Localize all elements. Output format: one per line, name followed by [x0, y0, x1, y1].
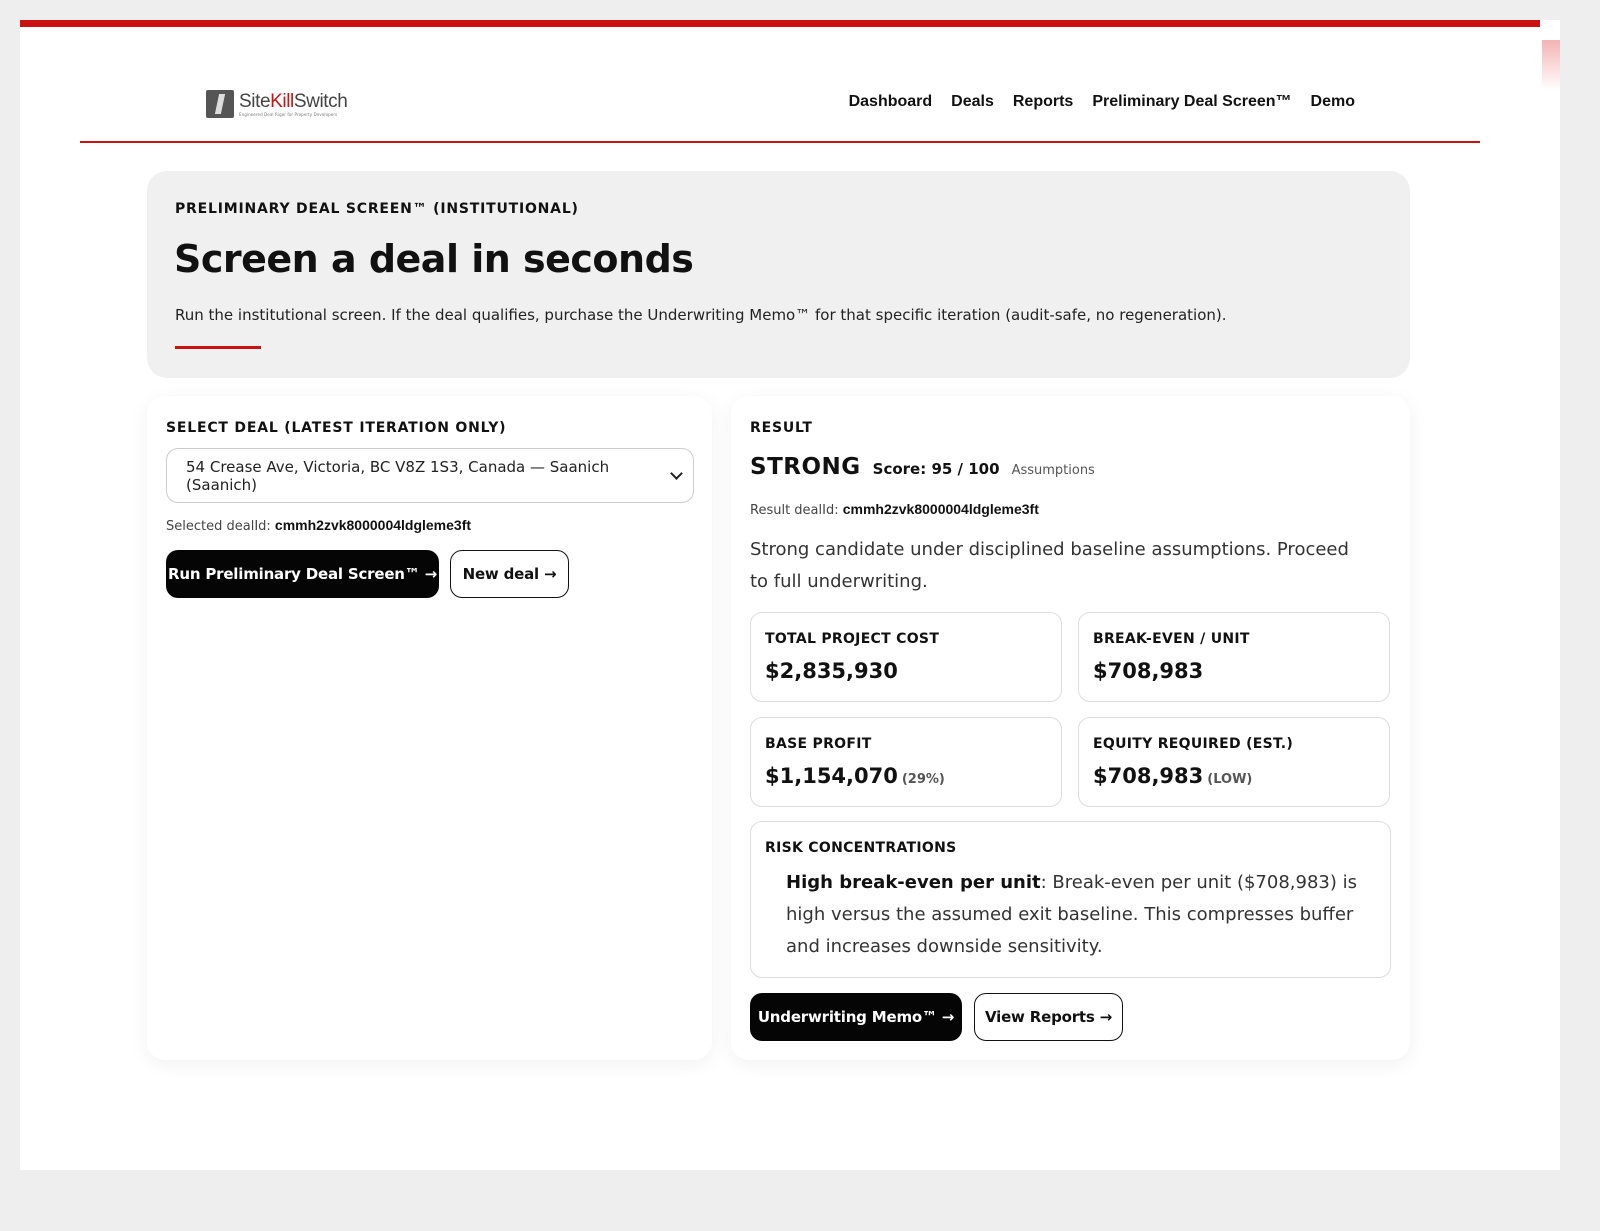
result-deal-id-value: cmmh2zvk8000004ldgleme3ft — [842, 501, 1039, 517]
hero-panel: PRELIMINARY DEAL SCREEN™ (INSTITUTIONAL)… — [147, 171, 1410, 378]
metric-amount: $1,154,070 — [765, 764, 898, 788]
risk-item: High break-even per unit: Break-even per… — [786, 867, 1376, 963]
run-screen-button[interactable]: Run Preliminary Deal Screen™ → — [166, 550, 439, 598]
logo-tagline: Engineered Deal Rigor for Property Devel… — [239, 111, 338, 117]
deal-select-value: 54 Crease Ave, Victoria, BC V8Z 1S3, Can… — [186, 457, 610, 494]
metric-equity-required: EQUITY REQUIRED (EST.) $708,983 (LOW) — [1078, 717, 1390, 807]
top-accent-bar — [20, 20, 1540, 27]
selected-deal-id: Selected dealId: cmmh2zvk8000004ldgleme3… — [166, 517, 471, 534]
nav-preliminary-deal-screen[interactable]: Preliminary Deal Screen™ — [1092, 93, 1291, 111]
select-deal-card: SELECT DEAL (LATEST ITERATION ONLY) 54 C… — [147, 396, 712, 1060]
result-card: RESULT STRONG Score: 95 / 100 Assumption… — [731, 396, 1410, 1060]
metric-amount: $708,983 — [1093, 764, 1204, 788]
metric-label: EQUITY REQUIRED (EST.) — [1093, 736, 1294, 752]
metric-label: BREAK-EVEN / UNIT — [1093, 631, 1250, 647]
page-title: Screen a deal in seconds — [174, 237, 694, 281]
selected-deal-id-label: Selected dealId: — [166, 519, 271, 534]
logo-wordmark: SiteKillSwitch — [239, 90, 348, 112]
metric-amount: $2,835,930 — [765, 659, 898, 683]
nav-reports[interactable]: Reports — [1013, 93, 1073, 111]
select-deal-label: SELECT DEAL (LATEST ITERATION ONLY) — [166, 420, 507, 436]
new-deal-button[interactable]: New deal → — [450, 550, 569, 598]
nav-dashboard[interactable]: Dashboard — [849, 93, 933, 111]
metric-value: $1,154,070 (29%) — [765, 764, 945, 788]
hero-accent-rule — [175, 346, 261, 349]
risk-label: RISK CONCENTRATIONS — [765, 840, 957, 856]
metric-total-project-cost: TOTAL PROJECT COST $2,835,930 — [750, 612, 1062, 702]
result-status: STRONG — [750, 454, 861, 480]
hero-eyebrow: PRELIMINARY DEAL SCREEN™ (INSTITUTIONAL) — [175, 201, 579, 217]
metric-label: BASE PROFIT — [765, 736, 872, 752]
switch-logo-icon — [206, 90, 234, 118]
metric-amount: $708,983 — [1093, 659, 1204, 683]
nav-deals[interactable]: Deals — [951, 93, 994, 111]
site-header: SiteKillSwitch Engineered Deal Rigor for… — [80, 60, 1480, 143]
result-deal-id-label: Result dealId: — [750, 503, 839, 518]
metric-label: TOTAL PROJECT COST — [765, 631, 940, 647]
metric-base-profit: BASE PROFIT $1,154,070 (29%) — [750, 717, 1062, 807]
result-deal-id: Result dealId: cmmh2zvk8000004ldgleme3ft — [750, 501, 1039, 518]
result-summary: Strong candidate under disciplined basel… — [750, 539, 1349, 592]
chevron-down-icon — [670, 466, 683, 480]
risk-concentrations-panel: RISK CONCENTRATIONS High break-even per … — [750, 821, 1391, 978]
metric-value: $708,983 — [1093, 659, 1203, 683]
logo-word-site: Site — [239, 90, 271, 112]
metric-note: (LOW) — [1207, 772, 1253, 787]
metric-break-even-unit: BREAK-EVEN / UNIT $708,983 — [1078, 612, 1390, 702]
hero-description: Run the institutional screen. If the dea… — [175, 306, 1227, 324]
underwriting-memo-button[interactable]: Underwriting Memo™ → — [750, 993, 962, 1041]
deal-select[interactable]: 54 Crease Ave, Victoria, BC V8Z 1S3, Can… — [166, 448, 694, 503]
metric-value: $2,835,930 — [765, 659, 898, 683]
brand-logo[interactable]: SiteKillSwitch Engineered Deal Rigor for… — [206, 90, 348, 118]
assumptions-link[interactable]: Assumptions — [1012, 463, 1095, 478]
logo-word-switch: Switch — [293, 90, 348, 112]
logo-word-kill: Kill — [270, 90, 294, 112]
side-accent-fade — [1542, 40, 1560, 90]
selected-deal-id-value: cmmh2zvk8000004ldgleme3ft — [274, 517, 472, 533]
risk-item-title: High break-even per unit — [786, 872, 1041, 893]
logo-text: SiteKillSwitch Engineered Deal Rigor for… — [239, 90, 348, 117]
metric-note: (29%) — [901, 772, 945, 787]
nav-demo[interactable]: Demo — [1311, 93, 1355, 111]
view-reports-button[interactable]: View Reports → — [974, 993, 1123, 1041]
metric-value: $708,983 (LOW) — [1093, 764, 1252, 788]
result-score: Score: 95 / 100 — [872, 460, 1000, 478]
result-headline: STRONG Score: 95 / 100 Assumptions — [750, 454, 1095, 480]
main-nav: Dashboard Deals Reports Preliminary Deal… — [849, 93, 1355, 111]
result-label: RESULT — [750, 420, 813, 436]
